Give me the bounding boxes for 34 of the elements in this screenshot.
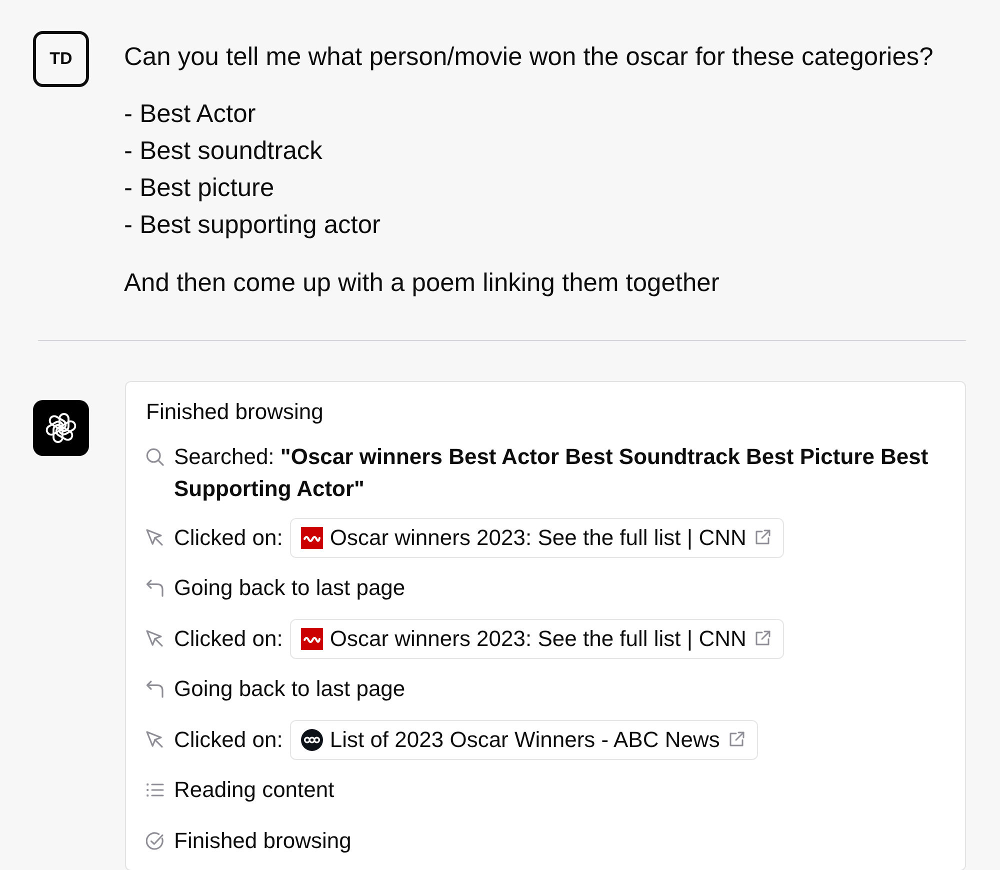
step-text: Clicked on: [174, 726, 283, 754]
external-link-icon [754, 529, 772, 546]
link-chip[interactable]: List of 2023 Oscar Winners - ABC News [290, 720, 758, 760]
step-text: Searched: "Oscar winners Best Actor Best Soundtrack Best Picture Best Supporting Actor" [174, 443, 930, 503]
link-chip[interactable]: Oscar winners 2023: See the full list | CNN [290, 518, 784, 558]
step-text: Going back to last page [174, 574, 406, 602]
step-text: Clicked on: [174, 524, 283, 552]
return-arrow-icon [146, 579, 164, 597]
list-icon [146, 781, 164, 799]
external-link-icon [754, 630, 772, 647]
cursor-icon [146, 630, 164, 648]
link-chip[interactable]: Oscar winners 2023: See the full list | CNN [290, 618, 784, 658]
cursor-icon [146, 730, 164, 748]
step-text: Reading content [174, 776, 334, 804]
site-logo-icon [300, 526, 323, 548]
site-logo-icon [300, 628, 323, 650]
list-item: - Best picture [124, 173, 276, 204]
external-link-icon [728, 731, 745, 748]
step-text: Finished browsing [174, 826, 352, 855]
list-item: - Best supporting actor [124, 210, 382, 241]
knot-logo-icon [33, 400, 89, 456]
return-arrow-icon [146, 680, 164, 698]
message-text: And then come up with a poem linking them together [124, 268, 720, 299]
message-text: Can you tell me what person/movie won the oscar for these categories? [124, 42, 934, 73]
list-item: - Best soundtrack [124, 136, 324, 167]
list-item: - Best Actor [124, 99, 257, 130]
cursor-icon [146, 528, 164, 546]
search-icon [146, 448, 164, 466]
user-avatar: TD [33, 31, 89, 87]
site-logo-icon [300, 728, 323, 750]
step-text: Going back to last page [174, 675, 406, 703]
card-title: Finished browsing [146, 398, 324, 426]
check-circle-icon [146, 832, 164, 850]
step-text: Clicked on: [174, 624, 283, 652]
